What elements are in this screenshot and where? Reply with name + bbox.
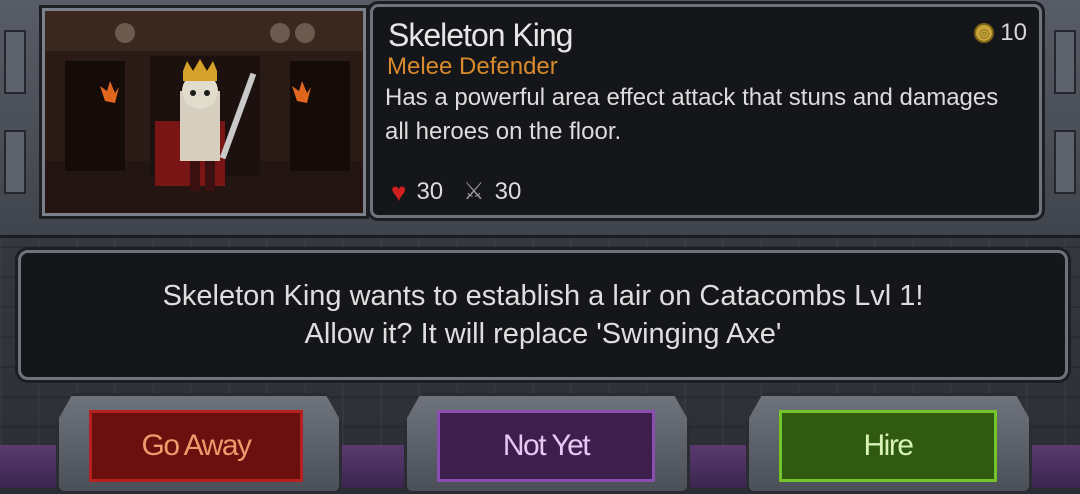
frame-rivet: [1054, 30, 1076, 94]
coin-icon: ◎: [974, 23, 995, 43]
attack-value: 30: [494, 177, 522, 205]
unit-stats: ♥ 30 ⚔ 30: [391, 177, 521, 206]
unit-cost: ◎ 10: [974, 19, 1027, 47]
frame-rivet: [1054, 130, 1076, 194]
unit-description: Has a powerful area effect attack that s…: [385, 84, 999, 145]
sword-icon: ⚔: [463, 178, 485, 205]
hire-button[interactable]: Hire: [779, 410, 997, 482]
unit-portrait: [42, 8, 366, 216]
go-away-button-frame: Go Away: [56, 393, 342, 494]
frame-rivet: [4, 30, 26, 94]
not-yet-button-frame: Not Yet: [404, 393, 690, 494]
message-line-1: Skeleton King wants to establish a lair …: [162, 280, 924, 312]
frame-rivet: [4, 130, 26, 194]
unit-role: Melee Defender: [387, 53, 558, 80]
lair-request-message: Skeleton King wants to establish a lair …: [18, 250, 1068, 380]
hire-button-frame: Hire: [746, 393, 1032, 494]
go-away-button[interactable]: Go Away: [89, 410, 303, 482]
message-line-2: Allow it? It will replace 'Swinging Axe': [304, 318, 782, 350]
unit-info-panel: Skeleton King Melee Defender ◎ 10 Has a …: [370, 4, 1042, 218]
health-value: 30: [416, 177, 444, 205]
not-yet-button[interactable]: Not Yet: [437, 410, 655, 482]
heart-icon: ♥: [391, 176, 407, 207]
cost-value: 10: [1000, 19, 1027, 46]
unit-name: Skeleton King: [388, 17, 573, 53]
